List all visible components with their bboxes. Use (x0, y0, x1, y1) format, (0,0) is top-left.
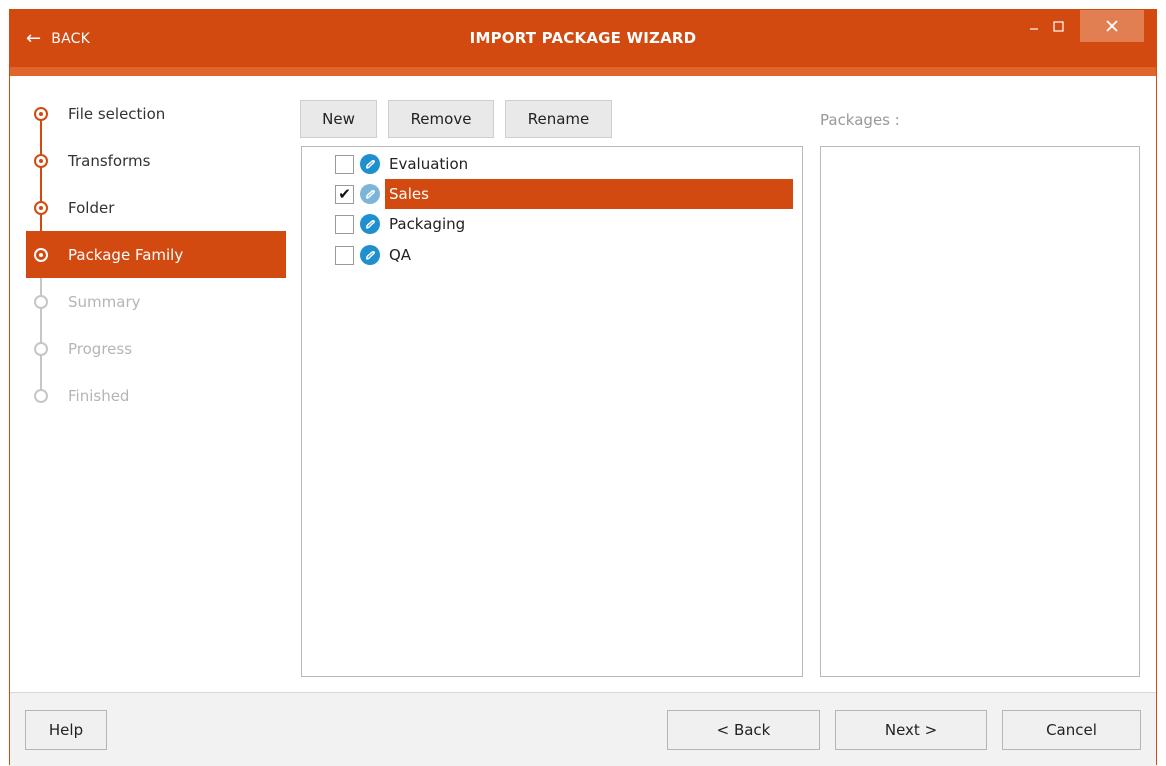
package-family-icon (360, 214, 380, 234)
package-family-icon (360, 184, 380, 204)
checkbox[interactable] (335, 154, 354, 174)
step-circle-icon (34, 388, 48, 403)
list-item-label: Evaluation (389, 155, 469, 173)
step-circle-icon (34, 247, 48, 262)
package-family-icon (360, 154, 380, 174)
step-circle-icon (34, 106, 48, 121)
step-transforms[interactable]: Transforms (26, 137, 286, 184)
minimize-button[interactable] (1022, 10, 1046, 42)
step-label: Package Family (68, 245, 184, 264)
list-item-label: Packaging (389, 215, 466, 233)
step-label: Transforms (68, 151, 151, 170)
maximize-icon (1052, 20, 1064, 32)
package-family-list[interactable]: Evaluation ✔ Sales Packaging QA (301, 146, 803, 677)
list-item-sales[interactable]: ✔ Sales (335, 179, 793, 209)
rename-button[interactable]: Rename (505, 100, 612, 138)
step-label: Summary (68, 292, 141, 311)
checkbox[interactable]: ✔ (335, 184, 354, 204)
wizard-footer: Help < Back Next > Cancel (10, 692, 1156, 766)
checkbox[interactable] (335, 214, 354, 234)
step-label: Progress (68, 339, 133, 358)
cancel-button[interactable]: Cancel (1002, 710, 1141, 750)
step-package-family[interactable]: Package Family (26, 231, 286, 278)
step-label: File selection (68, 104, 166, 123)
packages-list[interactable] (820, 146, 1140, 677)
close-icon (1106, 20, 1118, 32)
step-progress: Progress (26, 325, 286, 372)
minimize-icon (1030, 28, 1038, 30)
wizard-steps: File selection Transforms Folder Package… (26, 90, 286, 419)
list-item-qa[interactable]: QA (335, 240, 415, 270)
title-bar-stripe (10, 67, 1156, 76)
wizard-window: ← BACK IMPORT PACKAGE WIZARD File select… (9, 9, 1157, 766)
title-bar: ← BACK IMPORT PACKAGE WIZARD (10, 10, 1156, 67)
window-title: IMPORT PACKAGE WIZARD (469, 29, 697, 47)
list-item-label: Sales (385, 179, 793, 209)
checkbox[interactable] (335, 245, 354, 265)
window-controls (1022, 10, 1144, 42)
package-family-icon (360, 245, 380, 265)
list-item-evaluation[interactable]: Evaluation (335, 149, 472, 179)
remove-button[interactable]: Remove (388, 100, 494, 138)
step-summary: Summary (26, 278, 286, 325)
maximize-button[interactable] (1046, 10, 1070, 42)
step-circle-icon (34, 341, 48, 356)
help-button[interactable]: Help (25, 710, 107, 750)
step-circle-icon (34, 294, 48, 309)
step-label: Folder (68, 198, 115, 217)
step-circle-icon (34, 153, 48, 168)
next-button[interactable]: Next > (835, 710, 987, 750)
list-item-label: QA (389, 246, 412, 264)
packages-label: Packages : (820, 111, 900, 129)
step-circle-icon (34, 200, 48, 215)
step-folder[interactable]: Folder (26, 184, 286, 231)
close-button[interactable] (1080, 10, 1144, 42)
list-item-packaging[interactable]: Packaging (335, 209, 469, 239)
back-button[interactable]: < Back (667, 710, 820, 750)
new-button[interactable]: New (300, 100, 377, 138)
step-file-selection[interactable]: File selection (26, 90, 286, 137)
step-finished: Finished (26, 372, 286, 419)
step-label: Finished (68, 386, 130, 405)
